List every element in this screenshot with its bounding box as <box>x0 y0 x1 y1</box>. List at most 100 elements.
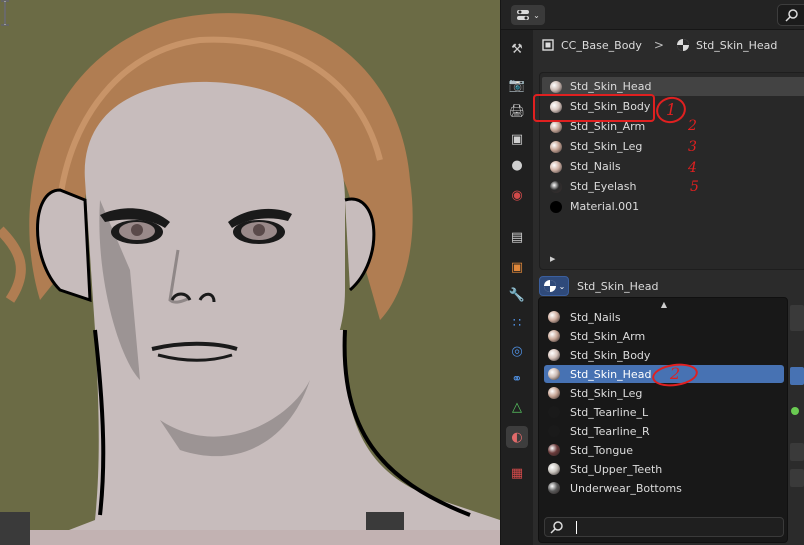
editor-header: ⌄ <box>501 0 804 30</box>
world-icon: ◉ <box>511 187 523 203</box>
annotation-number: 2 <box>670 364 681 383</box>
material-menu-item[interactable]: Std_Nails <box>544 308 784 326</box>
annotation-number: 3 <box>688 139 697 155</box>
annotation-box <box>533 94 655 122</box>
material-menu-label: Std_Tongue <box>570 443 634 457</box>
tool-icon: ⚒ <box>511 41 523 57</box>
annotation-number: 2 <box>688 118 697 134</box>
tab-tool[interactable]: ⚒ <box>506 38 528 60</box>
text-caret <box>576 520 577 534</box>
material-menu-label: Underwear_Bottoms <box>570 481 682 495</box>
texture-icon: ▦ <box>510 465 524 481</box>
browse-material-button[interactable]: ⌄ <box>539 276 569 296</box>
material-preview-icon <box>548 330 560 342</box>
material-menu-item[interactable]: Std_Tongue <box>544 441 784 459</box>
expand-arrow-icon[interactable]: ▶ <box>550 255 555 263</box>
tab-particles[interactable]: ∷ <box>506 312 528 334</box>
object-icon <box>542 39 554 51</box>
material-menu-item[interactable]: Underwear_Bottoms <box>544 479 784 497</box>
tab-modifiers[interactable]: 🔧 <box>506 284 528 306</box>
breadcrumb-separator: > <box>653 38 664 52</box>
object-icon: ▣ <box>510 259 524 275</box>
output-icon: 🖨 <box>508 103 526 119</box>
material-preview-icon <box>548 482 560 494</box>
material-menu-item[interactable]: Std_Tearline_R <box>544 422 784 440</box>
chevron-down-icon: ⌄ <box>558 281 566 291</box>
character-head-render <box>0 13 500 545</box>
status-dot <box>791 407 799 415</box>
material-slot[interactable]: Std_Skin_Leg <box>542 137 804 156</box>
editor-type-button[interactable]: ⌄ <box>511 5 545 25</box>
material-icon <box>543 280 556 292</box>
annotation-number: 4 <box>688 160 697 176</box>
tab-render[interactable]: 📷 <box>506 74 528 96</box>
wrench-icon: 🔧 <box>508 287 526 303</box>
annotation-number: 1 <box>666 100 677 119</box>
material-menu-label: Std_Skin_Body <box>570 348 651 362</box>
material-selector-row: ⌄ Std_Skin_Head <box>539 276 804 296</box>
material-preview-icon <box>550 80 562 93</box>
material-preview-icon <box>548 406 560 418</box>
clipped-field <box>790 443 804 461</box>
material-menu-label: Std_Skin_Arm <box>570 329 646 343</box>
material-menu-item[interactable]: Std_Tearline_L <box>544 403 784 421</box>
annotation-number: 5 <box>690 179 699 195</box>
tab-view-layer[interactable]: ▣ <box>506 128 528 150</box>
clipped-panel-edge <box>788 297 804 543</box>
tab-output[interactable]: 🖨 <box>506 100 528 122</box>
tab-world[interactable]: ◉ <box>506 184 528 206</box>
view-layer-icon: ▣ <box>510 131 524 147</box>
tab-material[interactable]: ◐ <box>506 426 528 448</box>
material-slot[interactable]: Material.001 <box>542 197 804 216</box>
material-slot[interactable]: Std_Nails <box>542 157 804 176</box>
particles-icon: ∷ <box>512 315 522 331</box>
dropdown-search[interactable] <box>544 517 784 537</box>
mesh-data-icon: △ <box>512 399 522 415</box>
material-preview-icon <box>550 180 562 193</box>
breadcrumb-material: Std_Skin_Head <box>695 38 778 52</box>
tab-physics[interactable]: ◎ <box>506 340 528 362</box>
constraints-icon: ⚭ <box>511 371 523 387</box>
material-menu-label: Std_Tearline_L <box>570 405 649 419</box>
tab-texture[interactable]: ▦ <box>506 462 528 484</box>
search-button[interactable] <box>777 4 804 26</box>
material-menu-item[interactable]: Std_Skin_Arm <box>544 327 784 345</box>
material-menu-item[interactable]: Std_Skin_Leg <box>544 384 784 402</box>
breadcrumb-object: CC_Base_Body <box>561 38 642 52</box>
3d-viewport[interactable] <box>0 0 500 545</box>
material-menu-item[interactable]: Std_Skin_Body <box>544 346 784 364</box>
text-cursor-icon <box>1 0 9 26</box>
material-icon <box>676 39 689 51</box>
material-slot-label: Material.001 <box>570 200 640 213</box>
search-icon <box>550 521 563 534</box>
material-preview-icon <box>548 425 560 437</box>
scene-icon: ● <box>511 157 523 173</box>
clipped-field <box>790 305 804 331</box>
clipped-field <box>790 367 804 385</box>
material-menu-label: Std_Skin_Leg <box>570 386 643 400</box>
material-preview-icon <box>548 311 560 323</box>
material-preview-icon <box>548 387 560 399</box>
material-slot[interactable]: Std_Eyelash <box>542 177 804 196</box>
material-preview-icon <box>550 160 562 173</box>
tab-object[interactable]: ▣ <box>506 256 528 278</box>
material-preview-icon <box>548 349 560 361</box>
material-slot-label: Std_Skin_Leg <box>570 140 643 153</box>
tab-scene[interactable]: ● <box>506 154 528 176</box>
tab-constraints[interactable]: ⚭ <box>506 368 528 390</box>
properties-tabs: ⚒ 📷 🖨 ▣ ● ◉ ▤ ▣ 🔧 ∷ ◎ ⚭ △ ◐ ▦ <box>501 30 533 545</box>
tab-data[interactable]: △ <box>506 396 528 418</box>
physics-icon: ◎ <box>511 343 523 359</box>
breadcrumb: CC_Base_Body > Std_Skin_Head <box>533 30 804 60</box>
material-preview-icon <box>550 120 562 133</box>
material-name-field[interactable]: Std_Skin_Head <box>577 280 658 293</box>
material-preview-icon <box>548 368 560 380</box>
material-icon: ◐ <box>511 429 523 445</box>
material-preview-icon <box>548 444 560 456</box>
material-slot-label: Std_Nails <box>570 160 621 173</box>
properties-editor-icon <box>517 10 530 20</box>
tab-collection[interactable]: ▤ <box>506 226 528 248</box>
material-menu-item[interactable]: Std_Upper_Teeth <box>544 460 784 478</box>
material-preview-icon <box>550 140 562 153</box>
material-slot-label: Std_Skin_Head <box>570 80 652 93</box>
